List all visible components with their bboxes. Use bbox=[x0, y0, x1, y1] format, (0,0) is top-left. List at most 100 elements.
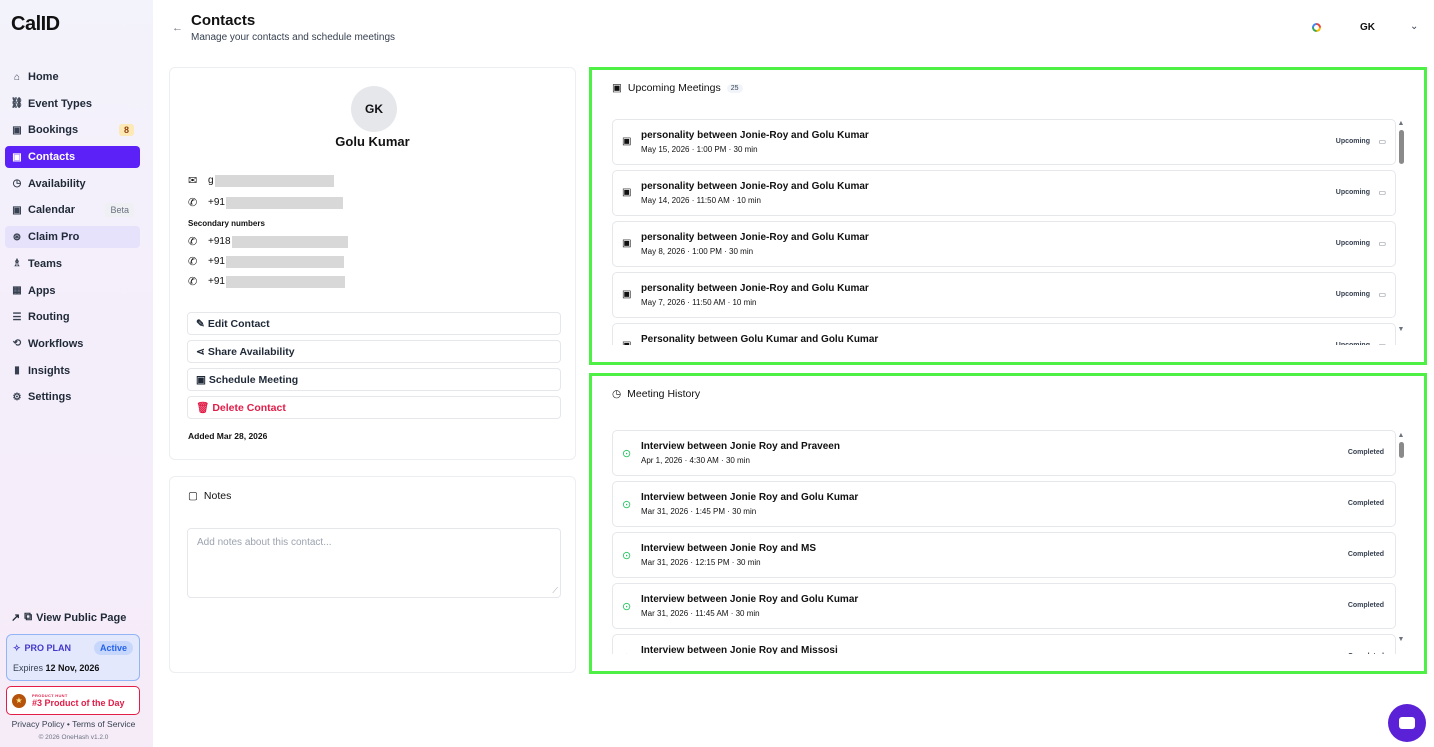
meeting-title: personality between Jonie-Roy and Golu K… bbox=[641, 130, 869, 141]
sparkle-icon: ✧ bbox=[13, 642, 21, 653]
meeting-row[interactable]: ⊙ Interview between Jonie Roy and Praveen… bbox=[612, 430, 1396, 476]
meeting-when: Mar 31, 2026 · 1:45 PM bbox=[641, 507, 726, 516]
meeting-duration: 30 min bbox=[735, 609, 760, 618]
video-icon[interactable]: ▭ bbox=[1378, 188, 1386, 197]
sidebar-item-label: Settings bbox=[28, 391, 72, 404]
upcoming-meetings-panel: ▣ Upcoming Meetings 25 ▣ personality betw… bbox=[589, 67, 1427, 365]
meeting-title: personality between Jonie-Roy and Golu K… bbox=[641, 283, 869, 294]
sidebar-item-contacts[interactable]: ▣ Contacts bbox=[5, 146, 140, 169]
check-circle-icon: ⊙ bbox=[622, 550, 632, 562]
edit-contact-button[interactable]: ✎ Edit Contact bbox=[187, 312, 561, 335]
sidebar-item-bookings[interactable]: ▣ Bookings 8 bbox=[5, 119, 140, 141]
bookings-count-badge: 8 bbox=[118, 124, 134, 137]
redacted-phone bbox=[225, 275, 345, 288]
google-icon[interactable] bbox=[1312, 23, 1321, 32]
meeting-row[interactable]: ▣ personality between Jonie-Roy and Golu … bbox=[612, 221, 1396, 267]
product-hunt-badge[interactable]: ★ PRODUCT HUNT #3 Product of the Day bbox=[6, 686, 140, 715]
sidebar-item-workflows[interactable]: ⟲ Workflows bbox=[5, 333, 140, 355]
chat-button[interactable] bbox=[1388, 704, 1426, 742]
meeting-row[interactable]: ▣ Personality between Golu Kumar and Golu… bbox=[612, 323, 1396, 345]
notes-title: ▢ Notes bbox=[188, 490, 232, 502]
sidebar-item-label: Claim Pro bbox=[28, 231, 80, 244]
video-icon[interactable]: ▭ bbox=[1378, 239, 1386, 248]
meeting-row[interactable]: ⊙ Interview between Jonie Roy and Golu Ku… bbox=[612, 481, 1396, 527]
status-badge: Completed bbox=[1348, 653, 1384, 654]
share-icon: ⋖ bbox=[196, 345, 205, 358]
meeting-row[interactable]: ▣ personality between Jonie-Roy and Golu … bbox=[612, 119, 1396, 165]
meeting-row[interactable]: ▣ personality between Jonie-Roy and Golu … bbox=[612, 272, 1396, 318]
back-arrow-icon[interactable]: ← bbox=[172, 22, 183, 34]
phone-row: ✆ +91 bbox=[188, 196, 343, 209]
resize-handle-icon[interactable]: ⟋ bbox=[552, 586, 558, 596]
upcoming-meetings-title: ▣ Upcoming Meetings 25 bbox=[612, 82, 743, 94]
mail-icon: ✉ bbox=[188, 175, 198, 187]
sidebar-item-teams[interactable]: ♗ Teams bbox=[5, 253, 140, 275]
meeting-row[interactable]: ▣ personality between Jonie-Roy and Golu … bbox=[612, 170, 1396, 216]
status-badge: Completed bbox=[1347, 602, 1384, 609]
share-availability-button[interactable]: ⋖ Share Availability bbox=[187, 340, 561, 363]
meeting-row[interactable]: ⊙ Interview between Jonie Roy and MS Mar 3… bbox=[612, 532, 1396, 578]
video-icon[interactable]: ▭ bbox=[1378, 341, 1386, 345]
email-value: g bbox=[208, 175, 214, 186]
meeting-duration: 30 min bbox=[725, 456, 750, 465]
sidebar-item-label: Routing bbox=[28, 311, 70, 324]
upcoming-scrollbar[interactable]: ▲ ▼ bbox=[1397, 120, 1405, 333]
meeting-row[interactable]: ⊙ Interview between Jonie Roy and Golu Ku… bbox=[612, 583, 1396, 629]
meeting-history-title: ◷ Meeting History bbox=[612, 388, 701, 400]
copy-icon: ⧉ bbox=[24, 611, 33, 623]
sidebar-item-settings[interactable]: ⚙ Settings bbox=[5, 386, 140, 408]
separator: · bbox=[728, 609, 736, 618]
calendar-icon: ▣ bbox=[612, 82, 622, 94]
redacted-phone bbox=[225, 255, 344, 268]
status-badge: Upcoming bbox=[1335, 138, 1370, 145]
video-icon[interactable]: ▭ bbox=[1378, 137, 1386, 146]
user-menu-initials[interactable]: GK bbox=[1360, 22, 1375, 33]
sidebar-item-insights[interactable]: ▮ Insights bbox=[5, 360, 140, 382]
meeting-datetime: May 14, 2026 · 11:50 AM · 10 min bbox=[641, 196, 761, 205]
sidebar-item-availability[interactable]: ◷ Availability bbox=[5, 173, 140, 195]
meeting-row[interactable]: ⊙ Interview between Jonie Roy and Missosi… bbox=[612, 634, 1396, 654]
sidebar-item-apps[interactable]: ▦ Apps bbox=[5, 280, 140, 302]
sidebar-item-routing[interactable]: ☰ Routing bbox=[5, 306, 140, 328]
sidebar-item-claim-pro[interactable]: ⊛ Claim Pro bbox=[5, 226, 140, 249]
meeting-title: Personality between Golu Kumar and Golu … bbox=[641, 334, 879, 345]
schedule-meeting-button[interactable]: ▣ Schedule Meeting bbox=[187, 368, 561, 391]
scroll-down-icon[interactable]: ▼ bbox=[1397, 326, 1405, 333]
separator: · bbox=[729, 196, 737, 205]
status-badge: Upcoming bbox=[1335, 291, 1370, 298]
calendar-icon: ▣ bbox=[622, 289, 632, 300]
scroll-up-icon[interactable]: ▲ bbox=[1397, 432, 1405, 439]
meeting-when: May 8, 2026 · 1:00 PM bbox=[641, 247, 722, 256]
sidebar-item-home[interactable]: ⌂ Home bbox=[5, 66, 140, 88]
sidebar-item-label: Teams bbox=[28, 257, 63, 270]
view-public-page-link[interactable]: ↗ ⧉ View Public Page bbox=[11, 611, 126, 624]
scroll-thumb[interactable] bbox=[1398, 130, 1404, 164]
video-icon[interactable]: ▭ bbox=[1378, 290, 1386, 299]
meeting-datetime: Mar 31, 2026 · 12:15 PM · 30 min bbox=[641, 558, 761, 567]
history-scrollbar[interactable]: ▲ ▼ bbox=[1397, 432, 1405, 643]
document-icon: ▢ bbox=[188, 490, 198, 502]
sidebar-nav: ⌂ Home ⛓ Event Types ▣ Bookings 8 ▣ Contacts ◷ Ava… bbox=[5, 66, 140, 413]
chevron-down-icon[interactable]: ⌄ bbox=[1410, 21, 1418, 32]
pro-plan-card[interactable]: ✧ PRO PLAN Active Expires 12 Nov, 2026 bbox=[6, 634, 140, 681]
footer-links[interactable]: Privacy Policy • Terms of Service bbox=[0, 719, 147, 729]
sidebar-item-calendar[interactable]: ▣ Calendar Beta bbox=[5, 199, 140, 221]
meeting-when: May 7, 2026 · 11:50 AM bbox=[641, 298, 726, 307]
delete-contact-button[interactable]: 🗑 Delete Contact bbox=[187, 396, 561, 419]
meeting-datetime: Mar 31, 2026 · 11:45 AM · 30 min bbox=[641, 609, 760, 618]
phone-icon: ✆ bbox=[188, 276, 198, 288]
contact-name: Golu Kumar bbox=[335, 134, 410, 149]
sidebar-item-event-types[interactable]: ⛓ Event Types bbox=[5, 93, 140, 115]
app-logo[interactable]: CalID bbox=[11, 13, 60, 36]
workflow-icon: ⟲ bbox=[12, 338, 22, 350]
scroll-up-icon[interactable]: ▲ bbox=[1397, 120, 1405, 127]
sidebar-item-label: Contacts bbox=[28, 151, 76, 164]
scroll-down-icon[interactable]: ▼ bbox=[1397, 636, 1405, 643]
scroll-thumb[interactable] bbox=[1398, 442, 1404, 458]
notes-textarea[interactable]: Add notes about this contact... ⟋ bbox=[187, 528, 561, 598]
meeting-history-list: ⊙ Interview between Jonie Roy and Praveen… bbox=[612, 430, 1396, 654]
status-badge: Upcoming bbox=[1335, 189, 1370, 196]
meeting-when: May 14, 2026 · 11:50 AM bbox=[641, 196, 730, 205]
status-badge: Upcoming bbox=[1336, 342, 1370, 345]
clock-icon: ◷ bbox=[12, 178, 22, 190]
